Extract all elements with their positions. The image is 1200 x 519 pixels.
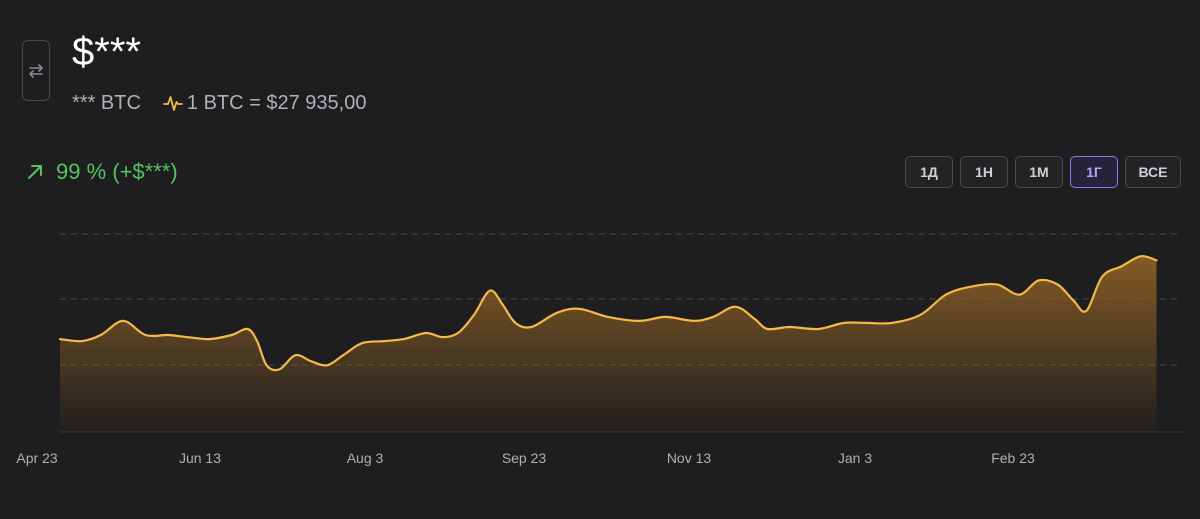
balance-value: $*** xyxy=(72,30,141,74)
swap-currency-button[interactable] xyxy=(22,40,50,101)
btc-amount: *** BTC xyxy=(72,91,141,114)
change-text: 99 % (+$***) xyxy=(56,159,178,184)
change-indicator: 99 % (+$***) xyxy=(26,158,178,186)
exchange-rate: 1 BTC = $27 935,00 xyxy=(163,91,367,115)
x-tick-label: Jan 3 xyxy=(838,450,872,466)
x-tick-label: Nov 13 xyxy=(667,450,712,466)
balance-subtitle: *** BTC 1 BTC = $27 935,00 xyxy=(72,90,366,116)
x-tick-label: Jun 13 xyxy=(179,450,221,466)
exchange-rate-text: 1 BTC = $27 935,00 xyxy=(186,91,367,114)
x-tick-label: Aug 3 xyxy=(347,450,384,466)
range-selector: 1Д 1Н 1М 1Г ВСЕ xyxy=(905,156,1181,188)
swap-arrows-icon xyxy=(29,63,43,78)
range-1w-button[interactable]: 1Н xyxy=(960,156,1008,188)
x-tick-label: Sep 23 xyxy=(502,450,547,466)
arrow-up-right-icon xyxy=(28,165,42,179)
range-1m-button[interactable]: 1М xyxy=(1015,156,1063,188)
range-all-button[interactable]: ВСЕ xyxy=(1125,156,1181,188)
x-tick-label: Apr 23 xyxy=(16,450,57,466)
x-tick-label: Feb 23 xyxy=(991,450,1035,466)
portfolio-chart: Apr 23 Jun 13 Aug 3 Sep 23 Nov 13 Jan 3 Feb 23 xyxy=(16,233,1182,466)
range-1d-button[interactable]: 1Д xyxy=(905,156,953,188)
pulse-icon xyxy=(163,96,183,111)
range-1y-button[interactable]: 1Г xyxy=(1070,156,1118,188)
chart-area-fill xyxy=(60,256,1157,432)
